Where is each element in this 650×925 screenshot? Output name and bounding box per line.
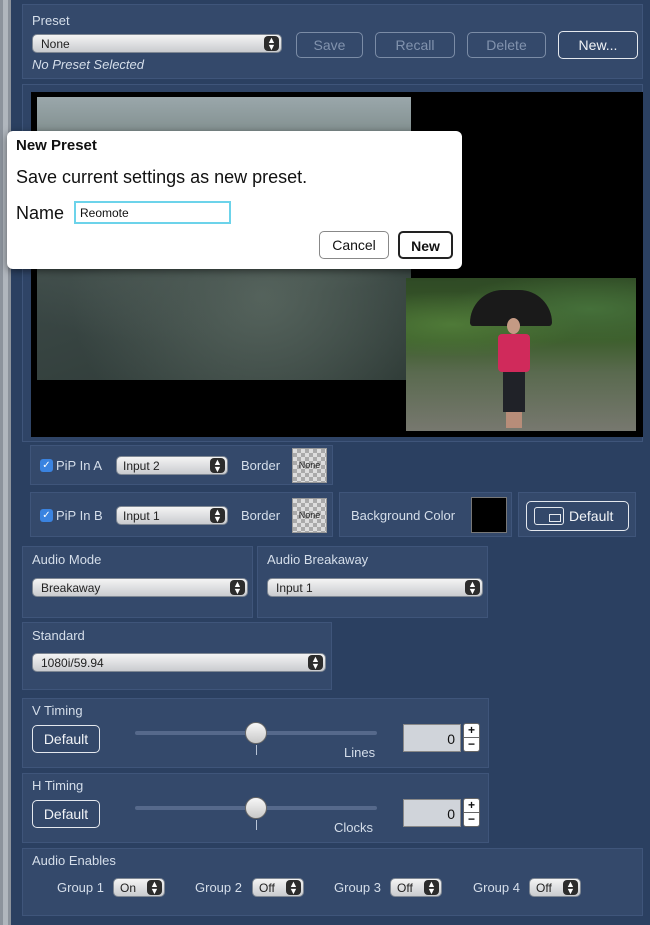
audio-breakaway-label: Audio Breakaway — [267, 552, 369, 567]
v-timing-default-button[interactable]: Default — [32, 725, 100, 753]
pip-a-border-label: Border — [241, 458, 281, 473]
dialog-cancel-button[interactable]: Cancel — [319, 231, 389, 259]
preset-status: No Preset Selected — [32, 57, 145, 72]
audio-breakaway-panel: Audio Breakaway Input 1 ▲ ▼ — [257, 546, 488, 618]
pip-b-input-select[interactable]: Input 1 ▲ ▼ — [116, 506, 228, 525]
v-timing-panel: V Timing Default Lines 0 + − — [22, 698, 489, 768]
v-timing-stepper[interactable]: + − — [463, 723, 480, 752]
group-1-select[interactable]: On ▲ ▼ — [113, 878, 165, 897]
audio-mode-panel: Audio Mode Breakaway ▲ ▼ — [22, 546, 253, 618]
select-arrows-icon: ▲ ▼ — [264, 36, 279, 52]
select-arrows-icon: ▲ ▼ — [308, 655, 323, 671]
dialog-message: Save current settings as new preset. — [16, 167, 308, 187]
preset-select-value: None — [41, 37, 70, 51]
select-arrows-icon: ▲ ▼ — [230, 580, 245, 596]
h-timing-default-button[interactable]: Default — [32, 800, 100, 828]
audio-breakaway-value: Input 1 — [276, 581, 313, 595]
background-color-panel: Background Color — [339, 492, 512, 537]
audio-breakaway-select[interactable]: Input 1 ▲ ▼ — [267, 578, 483, 597]
preset-panel: Preset None ▲ ▼ No Preset Selected Save R… — [22, 4, 643, 79]
pip-b-input-value: Input 1 — [123, 509, 160, 523]
select-arrows-icon: ▲ ▼ — [147, 880, 162, 896]
v-timing-slider-knob[interactable] — [245, 722, 267, 744]
pip-a-panel: ✓ PiP In A Input 2 ▲ ▼ Border None — [30, 445, 333, 485]
standard-select[interactable]: 1080i/59.94 ▲ ▼ — [32, 653, 326, 672]
pip-b-checkbox[interactable]: ✓ — [40, 509, 53, 522]
select-arrows-icon: ▲ ▼ — [424, 880, 439, 896]
pip-a-checkbox[interactable]: ✓ — [40, 459, 53, 472]
group-4-label: Group 4 — [473, 880, 520, 895]
default-panel: Default — [518, 492, 636, 537]
pip-a-label: PiP In A — [56, 458, 103, 473]
group-4-value: Off — [536, 881, 552, 895]
pip-b-label: PiP In B — [56, 508, 103, 523]
pip-a-input-select[interactable]: Input 2 ▲ ▼ — [116, 456, 228, 475]
pip-a-input-value: Input 2 — [123, 459, 160, 473]
v-timing-value[interactable]: 0 — [403, 724, 461, 752]
preset-select[interactable]: None ▲ ▼ — [32, 34, 282, 53]
select-arrows-icon: ▲ ▼ — [286, 880, 301, 896]
group-4-select[interactable]: Off ▲ ▼ — [529, 878, 581, 897]
background-default-button[interactable]: Default — [526, 501, 629, 531]
pip-b-image — [406, 278, 636, 431]
audio-enables-panel: Audio Enables Group 1 On ▲ ▼ Group 2 Off … — [22, 848, 643, 916]
h-timing-panel: H Timing Default Clocks 0 + − — [22, 773, 489, 843]
audio-mode-select[interactable]: Breakaway ▲ ▼ — [32, 578, 248, 597]
h-timing-units: Clocks — [334, 820, 374, 835]
v-timing-label: V Timing — [32, 703, 83, 718]
delete-button[interactable]: Delete — [467, 32, 546, 58]
preset-section-label: Preset — [32, 13, 70, 28]
audio-mode-value: Breakaway — [41, 581, 101, 595]
audio-enables-label: Audio Enables — [32, 853, 116, 868]
h-timing-slider-knob[interactable] — [245, 797, 267, 819]
save-button[interactable]: Save — [296, 32, 363, 58]
background-default-label: Default — [569, 508, 614, 524]
audio-mode-label: Audio Mode — [32, 552, 102, 567]
preset-name-input[interactable]: Reomote — [74, 201, 231, 224]
dialog-new-button[interactable]: New — [398, 231, 453, 259]
group-3-label: Group 3 — [334, 880, 381, 895]
group-2-value: Off — [259, 881, 275, 895]
h-timing-slider-tick — [256, 820, 257, 830]
group-3-select[interactable]: Off ▲ ▼ — [390, 878, 442, 897]
select-arrows-icon: ▲ ▼ — [465, 580, 480, 596]
pip-a-border-swatch[interactable]: None — [292, 448, 327, 483]
standard-value: 1080i/59.94 — [41, 656, 104, 670]
new-preset-button[interactable]: New... — [558, 31, 638, 59]
pip-b-border-label: Border — [241, 508, 281, 523]
standard-label: Standard — [32, 628, 85, 643]
dialog-name-label: Name — [16, 203, 65, 223]
group-1-label: Group 1 — [57, 880, 104, 895]
layout-icon — [534, 507, 564, 525]
pip-b-panel: ✓ PiP In B Input 1 ▲ ▼ Border None — [30, 492, 333, 537]
h-timing-value[interactable]: 0 — [403, 799, 461, 827]
new-preset-dialog: New Preset Save current settings as new … — [7, 131, 462, 269]
v-timing-units: Lines — [344, 745, 376, 760]
select-arrows-icon: ▲ ▼ — [210, 458, 225, 474]
group-1-value: On — [120, 881, 137, 895]
group-2-label: Group 2 — [195, 880, 242, 895]
standard-panel: Standard 1080i/59.94 ▲ ▼ — [22, 622, 332, 690]
v-timing-slider-tick — [256, 745, 257, 755]
reporter-figure — [494, 318, 534, 428]
dialog-title: New Preset — [16, 137, 97, 154]
background-color-label: Background Color — [351, 508, 456, 523]
pip-b-border-swatch[interactable]: None — [292, 498, 327, 533]
group-2-select[interactable]: Off ▲ ▼ — [252, 878, 304, 897]
background-color-swatch[interactable] — [471, 497, 507, 533]
h-timing-stepper[interactable]: + − — [463, 798, 480, 827]
h-timing-label: H Timing — [32, 778, 84, 793]
select-arrows-icon: ▲ ▼ — [210, 508, 225, 524]
recall-button[interactable]: Recall — [375, 32, 455, 58]
select-arrows-icon: ▲ ▼ — [563, 880, 578, 896]
group-3-value: Off — [397, 881, 413, 895]
